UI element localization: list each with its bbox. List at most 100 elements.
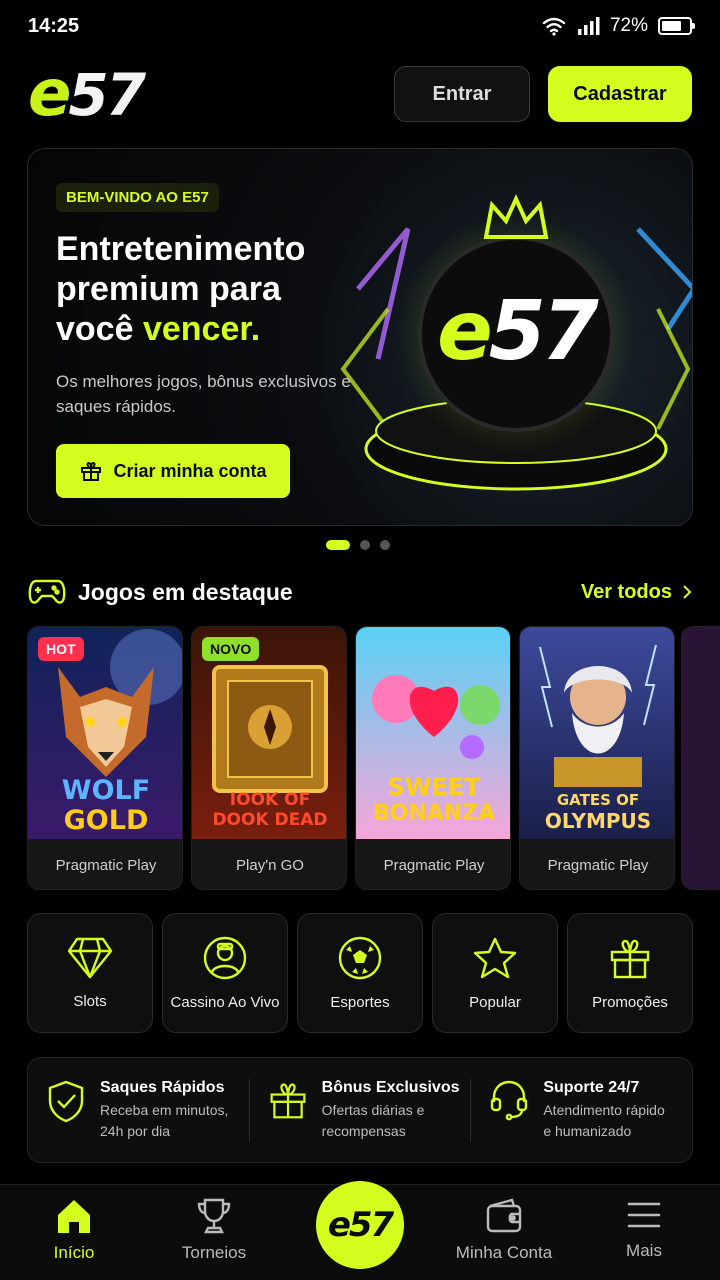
gift-icon [81, 461, 102, 481]
category-label: Esportes [330, 993, 390, 1011]
dealer-icon [203, 936, 247, 979]
menu-icon [627, 1202, 661, 1228]
game-provider: Pragmatic Play [547, 856, 649, 874]
game-card-partial[interactable] [681, 626, 720, 890]
nav-center-logo-button[interactable]: e57 [316, 1181, 404, 1269]
carousel-dot-2[interactable] [360, 540, 370, 550]
home-icon [58, 1200, 90, 1233]
category-slots[interactable]: Slots [27, 913, 153, 1033]
chevron-right-icon [683, 585, 692, 599]
nav-tournaments[interactable]: Torneios [154, 1197, 274, 1263]
feature-desc-line2: e humanizado [543, 1122, 632, 1139]
game-title-line1: IOOK OF [229, 790, 311, 810]
wallet-icon [486, 1198, 522, 1233]
shield-check-icon [48, 1080, 84, 1122]
new-badge: NOVO [202, 637, 260, 661]
hero-title: Entretenimento premium para você vencer. [56, 229, 356, 349]
hero-title-accent: vencer. [142, 310, 261, 348]
bottom-nav: Início Torneios e57 Minha Conta Mais [0, 1181, 720, 1280]
game-title-line2: DOOK DEAD [212, 810, 328, 830]
nav-home-label: Início [53, 1243, 95, 1262]
features-strip: Saques Rápidos Receba em minutos, 24h po… [27, 1057, 693, 1163]
category-promotions[interactable]: Promoções [567, 913, 693, 1033]
nav-account-label: Minha Conta [455, 1243, 553, 1262]
wifi-icon [542, 17, 566, 36]
hero-trophy-art: e57 [340, 194, 692, 491]
nav-home[interactable]: Início [14, 1197, 134, 1263]
logo-letter: e [28, 57, 71, 131]
hot-badge: HOT [38, 637, 84, 661]
nav-more[interactable]: Mais [584, 1197, 704, 1261]
feature-desc-line1: Receba em minutos, [100, 1101, 229, 1118]
headset-icon [491, 1080, 528, 1120]
app-header: e 57 Entrar Cadastrar [28, 57, 692, 131]
game-card-wolf-gold[interactable]: HOT WOLF GOLD Pragmatic Play [27, 626, 183, 890]
game-card-gates-of-olympus[interactable]: GATES OF OLYMPUS Pragmatic Play [519, 626, 675, 890]
diamond-icon [67, 937, 113, 978]
gift-icon [610, 939, 650, 978]
hero-title-line2: premium para [56, 270, 281, 308]
hero-title-line3: você [56, 310, 143, 348]
see-all-link[interactable]: Ver todos [581, 581, 692, 604]
soccer-ball-icon [338, 936, 382, 979]
feature-title: Bônus Exclusivos [321, 1078, 460, 1096]
signup-button[interactable]: Cadastrar [548, 66, 692, 122]
create-account-button[interactable]: Criar minha conta [56, 444, 290, 498]
featured-title: Jogos em destaque [78, 578, 293, 605]
hero-subtitle: Os melhores jogos, bônus exclusivos e sa… [56, 372, 351, 416]
carousel-dot-3[interactable] [380, 540, 390, 550]
status-time: 14:25 [28, 14, 80, 37]
feature-desc-line1: Ofertas diárias e [321, 1101, 425, 1118]
category-label: Promoções [592, 993, 668, 1011]
feature-title: Suporte 24/7 [543, 1078, 640, 1096]
gamepad-icon [28, 579, 66, 604]
login-button[interactable]: Entrar [394, 66, 530, 122]
feature-title: Saques Rápidos [100, 1078, 225, 1096]
feature-desc-line1: Atendimento rápido [543, 1101, 665, 1118]
game-provider: Pragmatic Play [55, 856, 157, 874]
feature-desc-line2: 24h por dia [100, 1122, 171, 1139]
carousel-dot-1[interactable] [326, 540, 350, 550]
star-icon [473, 937, 517, 978]
game-title-line1: WOLF [61, 775, 151, 806]
nav-account[interactable]: Minha Conta [444, 1197, 564, 1263]
game-title-line1: GATES OF [556, 791, 640, 809]
battery-icon [658, 17, 695, 35]
category-popular[interactable]: Popular [432, 913, 558, 1033]
featured-title-group: Jogos em destaque [28, 577, 293, 607]
signal-icon [577, 17, 600, 35]
featured-header: Jogos em destaque Ver todos [28, 572, 692, 612]
feature-exclusive-bonus: Bônus Exclusivos Ofertas diárias e recom… [248, 1078, 471, 1142]
category-grid: Slots Cassino Ao Vivo Esportes Popular P… [27, 913, 693, 1033]
game-card-sweet-bonanza[interactable]: SWEET BONANZA Pragmatic Play [355, 626, 511, 890]
battery-percent: 72% [609, 15, 648, 36]
category-sports[interactable]: Esportes [297, 913, 423, 1033]
see-all-label: Ver todos [580, 580, 672, 603]
feature-fast-withdrawals: Saques Rápidos Receba em minutos, 24h po… [28, 1079, 249, 1142]
game-card-book-of-dead[interactable]: NOVO IOOK OF DOOK DEAD Play'n GO [191, 626, 347, 890]
nav-tournaments-label: Torneios [181, 1243, 247, 1262]
game-title-line2: GOLD [63, 805, 149, 836]
svg-text:e57: e57 [437, 284, 599, 379]
trophy-icon [197, 1198, 231, 1234]
hero-banner[interactable]: e57 BEM-VINDO AO E57 Entretenimento prem… [27, 148, 693, 526]
category-label: Cassino Ao Vivo [170, 993, 280, 1011]
nav-more-label: Mais [626, 1241, 662, 1260]
status-right: 72% [542, 15, 695, 37]
category-live-casino[interactable]: Cassino Ao Vivo [162, 913, 288, 1033]
game-title-line2: OLYMPUS [544, 809, 652, 833]
featured-games-row: HOT WOLF GOLD Pragmatic Play NOVO IOOK O… [27, 626, 720, 892]
e57-logo[interactable]: e 57 [28, 57, 146, 131]
game-title-line2: BONANZA [372, 801, 496, 826]
category-label: Slots [73, 992, 107, 1010]
welcome-badge: BEM-VINDO AO E57 [56, 183, 219, 212]
game-provider: Play'n GO [236, 856, 304, 874]
game-title-line1: SWEET [387, 773, 481, 801]
category-label: Popular [469, 993, 521, 1011]
feature-support: Suporte 24/7 Atendimento rápido e humani… [470, 1078, 692, 1142]
carousel-dots [326, 540, 390, 550]
gift-icon [270, 1082, 306, 1118]
feature-desc-line2: recompensas [321, 1122, 406, 1139]
status-bar: 14:25 72% [0, 0, 720, 52]
hero-title-line1: Entretenimento [56, 230, 306, 268]
